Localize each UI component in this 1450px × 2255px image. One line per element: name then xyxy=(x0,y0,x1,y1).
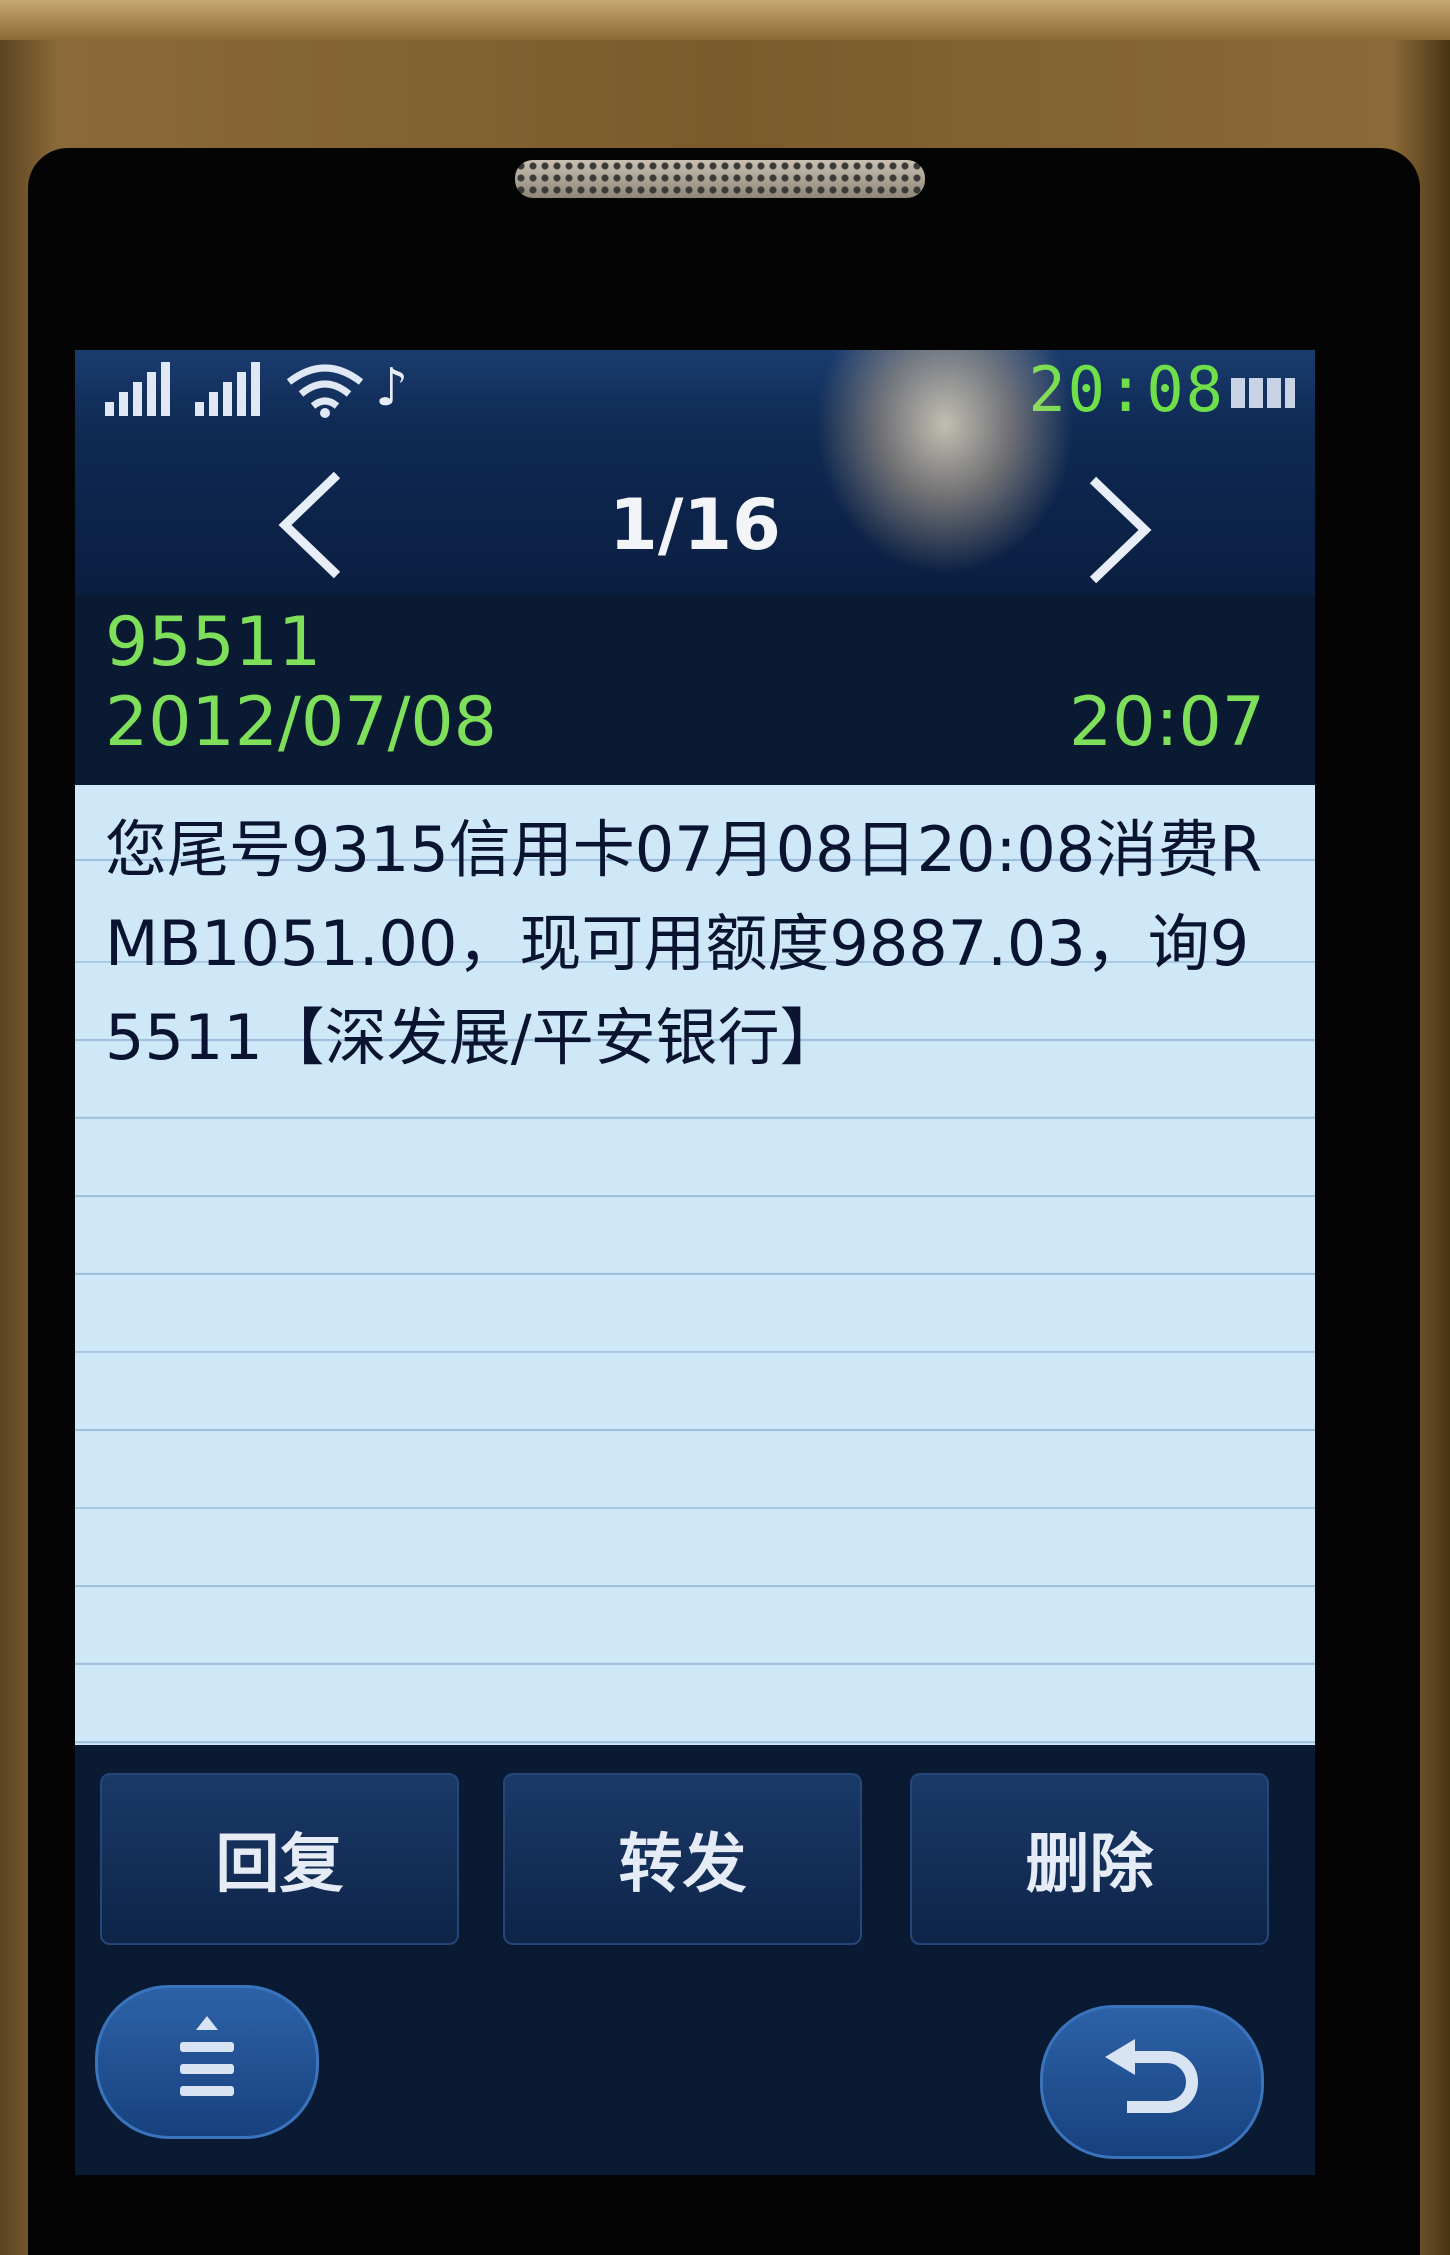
reply-button[interactable]: 回复 xyxy=(100,1773,459,1945)
message-navigation: 1/16 xyxy=(75,350,1315,595)
delete-button[interactable]: 删除 xyxy=(910,1773,1269,1945)
phone-top-edge xyxy=(0,0,1450,40)
back-button[interactable] xyxy=(1040,2005,1264,2159)
status-icons: ♪ xyxy=(105,358,408,418)
earpiece-speaker xyxy=(515,160,925,198)
menu-button[interactable] xyxy=(95,1985,319,2139)
sender-number: 95511 xyxy=(105,603,322,682)
back-arrow-icon xyxy=(1105,2039,1198,2113)
music-note-icon: ♪ xyxy=(375,358,409,418)
bottom-bar xyxy=(75,1975,1315,2175)
chevron-right-icon[interactable] xyxy=(1075,475,1155,585)
message-text: 您尾号9315信用卡07月08日20:08消费RMB1051.00，现可用额度9… xyxy=(105,813,1263,1074)
message-date: 2012/07/08 xyxy=(105,683,497,762)
signal-icon xyxy=(195,362,260,416)
forward-button[interactable]: 转发 xyxy=(503,1773,862,1945)
message-body[interactable]: 您尾号9315信用卡07月08日20:08消费RMB1051.00，现可用额度9… xyxy=(75,785,1315,1745)
menu-icon xyxy=(180,2016,234,2096)
message-meta: 95511 2012/07/08 20:07 xyxy=(75,595,1315,785)
phone-screen: ♪ 20:08 1/16 95511 2012/07/08 20:07 您尾号9… xyxy=(75,350,1315,2175)
battery-icon xyxy=(1231,378,1295,408)
action-bar: 回复 转发 删除 xyxy=(75,1745,1315,1975)
chevron-left-icon[interactable] xyxy=(275,470,355,580)
page-counter: 1/16 xyxy=(609,484,781,566)
status-bar: ♪ 20:08 xyxy=(75,350,1315,425)
status-time: 20:08 xyxy=(1028,353,1225,426)
wifi-icon xyxy=(286,364,364,418)
signal-icon xyxy=(105,362,170,416)
message-time: 20:07 xyxy=(1069,683,1265,762)
